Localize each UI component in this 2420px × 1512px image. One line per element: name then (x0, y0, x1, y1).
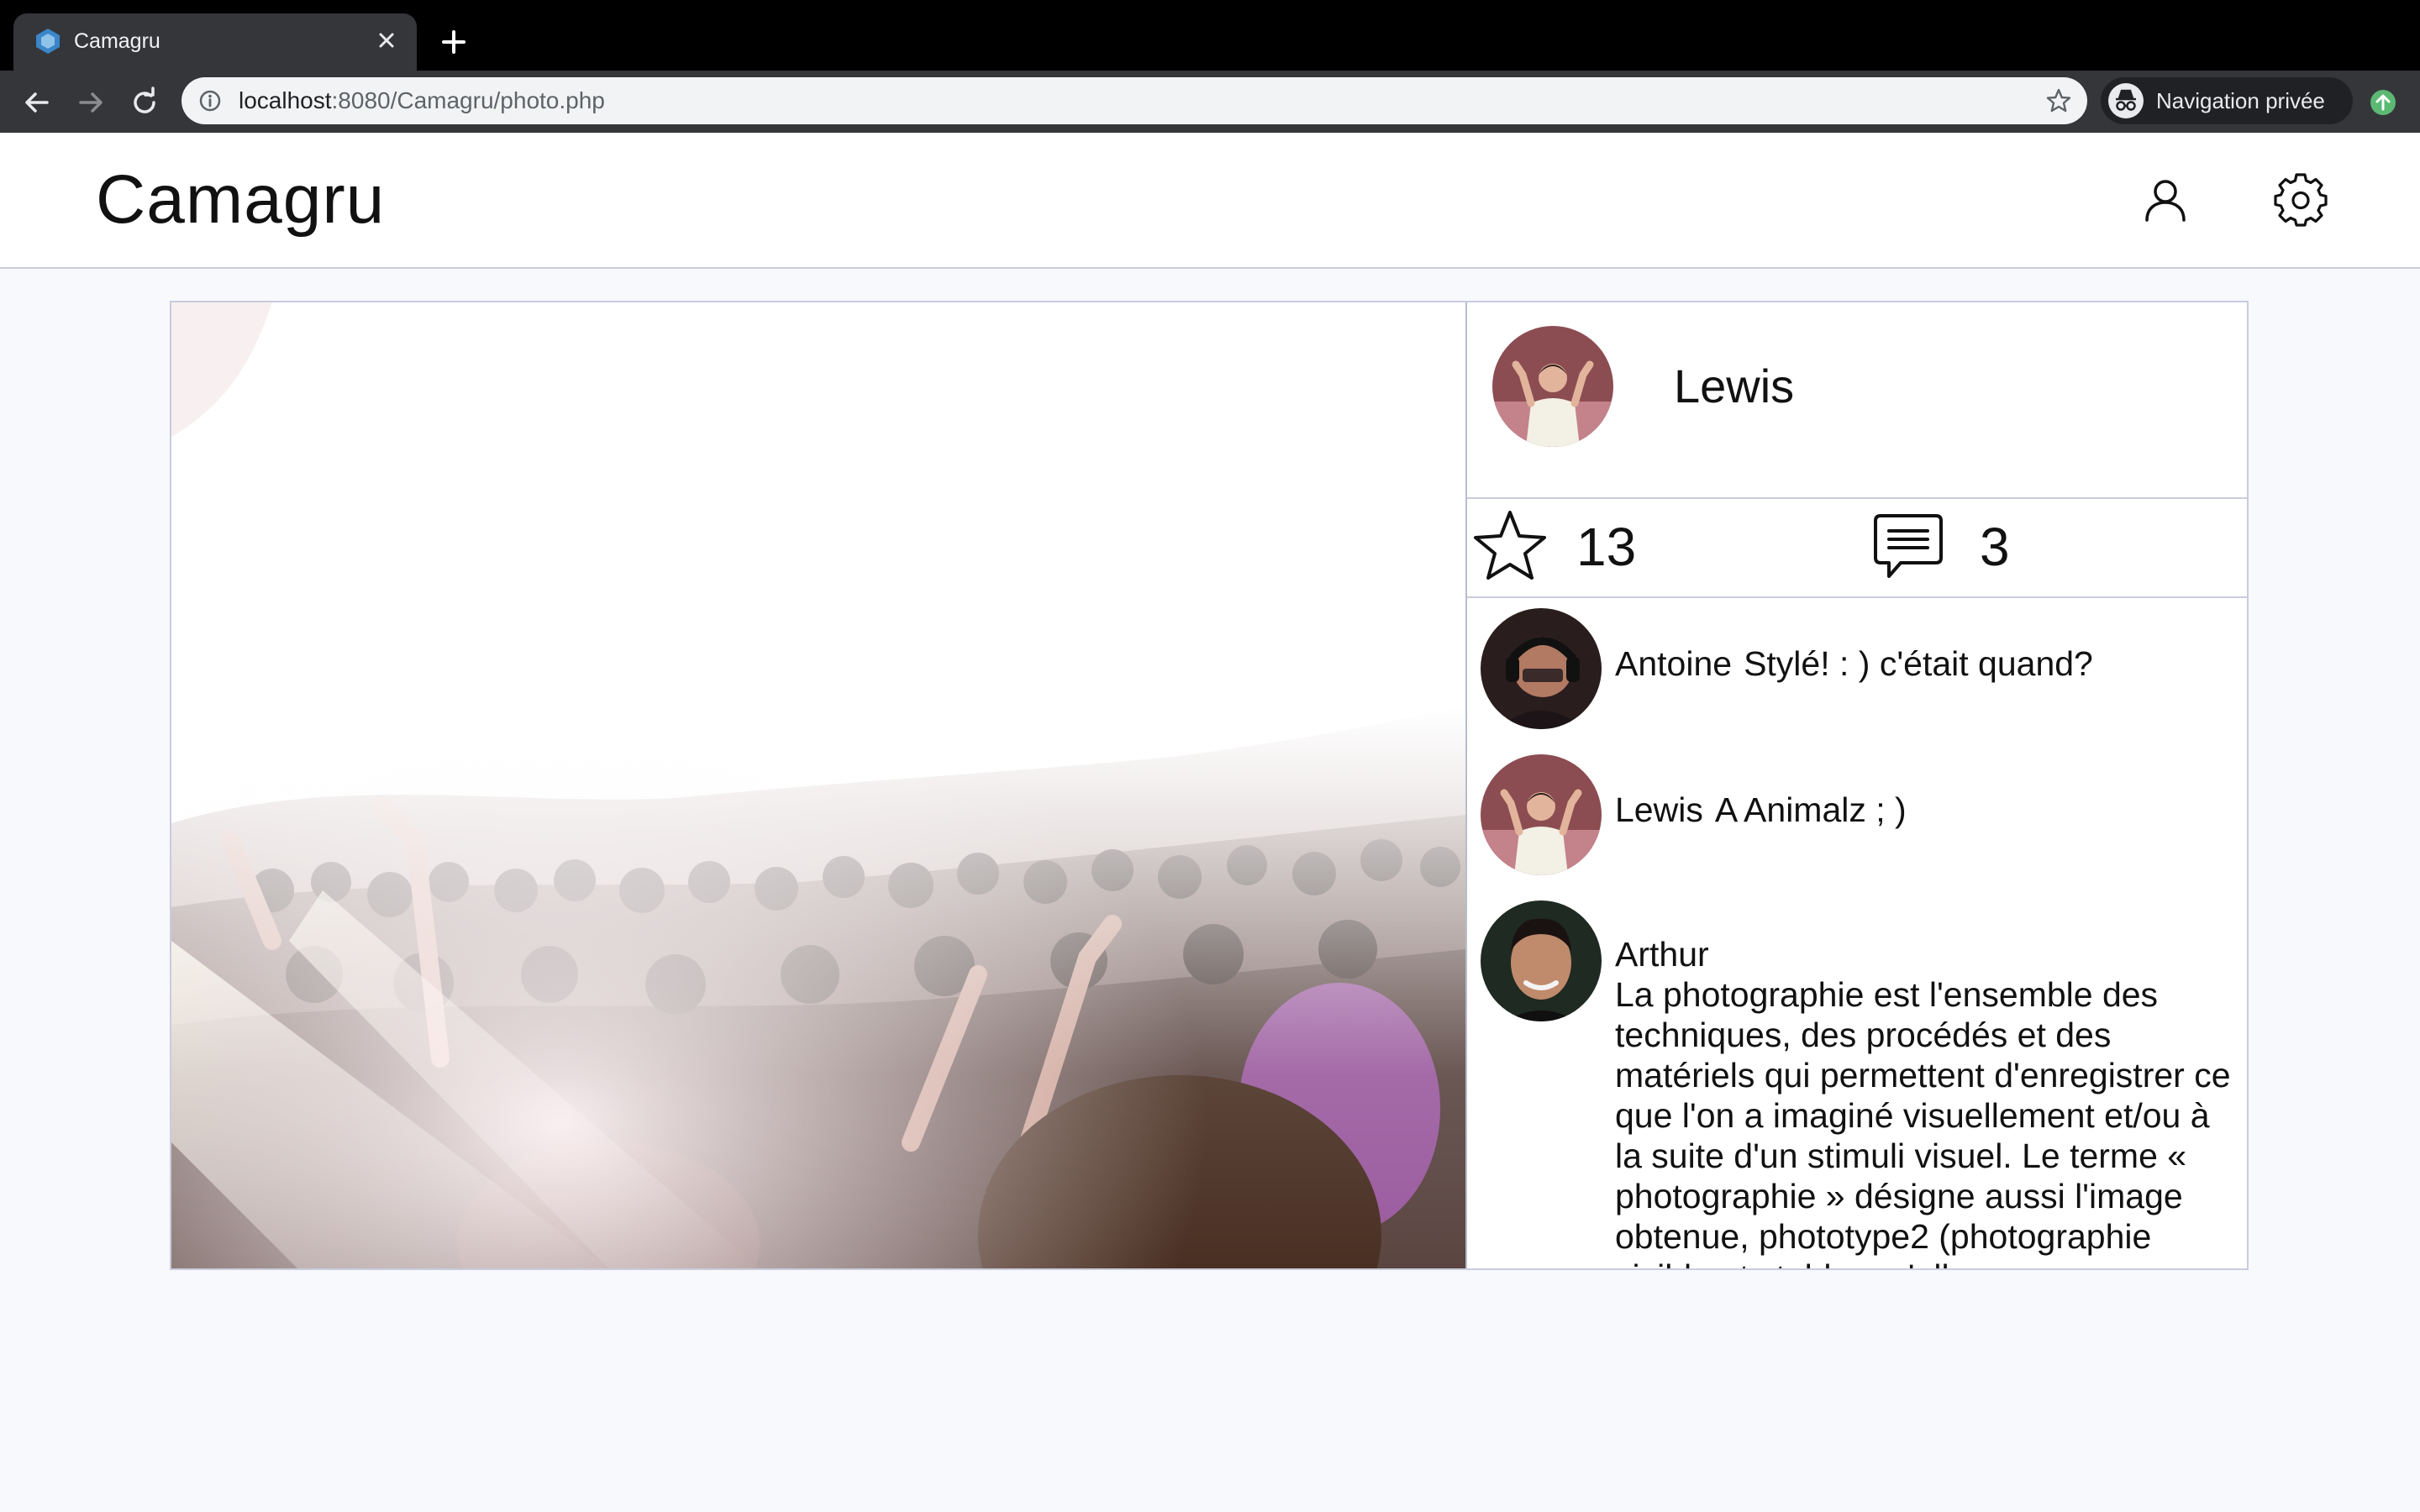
forward-arrow-icon[interactable] (74, 86, 108, 119)
close-tab-icon[interactable] (371, 25, 402, 55)
incognito-label: Navigation privée (2156, 88, 2325, 113)
new-tab-icon[interactable] (435, 24, 472, 60)
arthur-avatar-image (1481, 900, 1602, 1021)
comment-text-block: Arthur La photographie est l'ensemble de… (1615, 934, 2237, 1268)
comment-list: Antoine Stylé! : ) c'était quand? Lewis … (1467, 598, 2247, 1268)
comment-author[interactable]: Lewis (1615, 790, 1703, 829)
photo-card: Lewis 13 3 Antoine Stylé!:) c'était qu… (170, 301, 2249, 1270)
comment-body: Stylé! : ) c'était quand? (1744, 644, 2093, 683)
post-stats: 13 3 (1467, 499, 2247, 598)
user-icon[interactable] (2139, 173, 2192, 227)
comment-body: A Animalz ; ) (1714, 790, 1907, 829)
address-bar[interactable]: localhost:8080/Camagru/photo.php (182, 77, 2087, 124)
post-sidebar: Lewis 13 3 Antoine Stylé!:) c'était qu… (1465, 302, 2247, 1268)
commenter-avatar[interactable] (1481, 754, 1602, 875)
author-name[interactable]: Lewis (1674, 353, 1794, 420)
tab-title: Camagru (74, 29, 160, 53)
concert-crowd-image (171, 302, 1465, 1268)
url-path: :8080/Camagru/photo.php (331, 87, 605, 113)
post-author: Lewis (1467, 302, 2247, 499)
comment-author[interactable]: Antoine (1615, 644, 1732, 683)
comment-count: 3 (1980, 517, 2010, 577)
url-host: localhost (239, 87, 332, 113)
comment-bubble-icon[interactable] (1870, 507, 1946, 583)
comment-item: Arthur La photographie est l'ensemble de… (1467, 900, 2247, 1268)
site-header: Camagru (0, 133, 2420, 269)
author-avatar[interactable] (1492, 326, 1613, 447)
url-text[interactable]: localhost:8080/Camagru/photo.php (239, 77, 605, 124)
child-photo-avatar (1492, 326, 1613, 447)
update-available-icon[interactable] (2368, 87, 2398, 118)
comment-item: Antoine Stylé! : ) c'était quand? (1467, 608, 2247, 734)
browser-tab[interactable]: Camagru (13, 13, 417, 71)
like-count: 13 (1576, 517, 1637, 577)
browser-tabstrip: Camagru (0, 0, 2420, 71)
incognito-badge[interactable]: Navigation privée (2101, 77, 2353, 124)
antoine-avatar-image (1481, 608, 1602, 729)
comment-body: La photographie est l'ensemble des techn… (1615, 975, 2231, 1268)
gear-icon[interactable] (2274, 173, 2328, 227)
post-photo[interactable] (171, 302, 1465, 1268)
star-icon[interactable] (1472, 507, 1548, 583)
commenter-avatar[interactable] (1481, 608, 1602, 729)
comment-author[interactable]: Arthur (1615, 934, 2225, 974)
comment-item: Lewis A Animalz ; ) (1467, 754, 2247, 880)
incognito-icon (2108, 83, 2144, 118)
info-icon[interactable] (198, 89, 222, 113)
comment-text-block: Antoine Stylé! : ) c'était quand? (1615, 643, 2237, 684)
site-favicon-icon (36, 29, 60, 54)
lewis-avatar-image (1481, 754, 1602, 875)
reload-icon[interactable] (128, 86, 161, 119)
comment-text-block: Lewis A Animalz ; ) (1615, 790, 2237, 830)
commenter-avatar[interactable] (1481, 900, 1602, 1021)
site-logo[interactable]: Camagru (96, 158, 385, 242)
back-arrow-icon[interactable] (20, 86, 54, 119)
bookmark-star-icon[interactable] (2045, 87, 2072, 114)
browser-toolbar: localhost:8080/Camagru/photo.php Navigat… (0, 71, 2420, 133)
